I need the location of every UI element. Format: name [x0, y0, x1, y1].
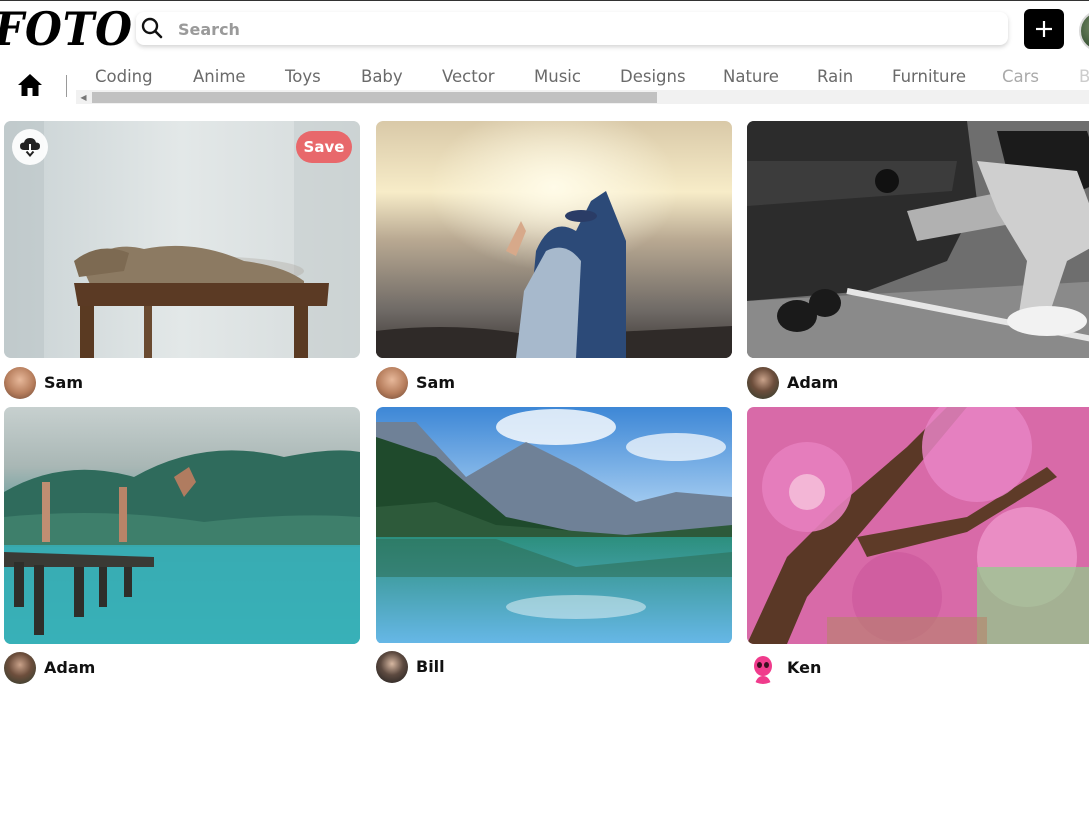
author-name[interactable]: Bill: [416, 657, 445, 676]
download-button[interactable]: [12, 129, 48, 165]
photo-graduation[interactable]: [376, 121, 732, 358]
author-name[interactable]: Ken: [787, 658, 821, 677]
alien-avatar-icon: [754, 656, 772, 684]
card-author[interactable]: Ken: [747, 652, 1089, 684]
author-name[interactable]: Adam: [787, 373, 838, 392]
header: FOTO: [0, 0, 1089, 58]
category-anime[interactable]: Anime: [193, 67, 246, 86]
photo-cherry-blossom[interactable]: [747, 407, 1089, 644]
category-baby[interactable]: Baby: [361, 67, 403, 86]
avatar[interactable]: [376, 367, 408, 399]
card-author[interactable]: Adam: [4, 652, 360, 684]
search-input[interactable]: [176, 12, 1000, 47]
search-bar[interactable]: [136, 12, 1008, 47]
save-button[interactable]: Save: [296, 131, 352, 163]
card-author[interactable]: Sam: [4, 367, 360, 399]
search-icon: [141, 17, 163, 39]
card-author[interactable]: Adam: [747, 367, 1089, 399]
avatar[interactable]: [376, 651, 408, 683]
category-vector[interactable]: Vector: [442, 67, 495, 86]
scrollbar-thumb[interactable]: [92, 92, 657, 103]
photo-car-hitch[interactable]: [747, 121, 1089, 358]
card-author[interactable]: Sam: [376, 367, 732, 399]
add-button[interactable]: [1024, 9, 1064, 49]
photo-cat[interactable]: Save: [4, 121, 360, 358]
category-bar: Coding Anime Toys Baby Vector Music Desi…: [0, 60, 1089, 110]
category-partial[interactable]: B: [1079, 67, 1089, 86]
category-music[interactable]: Music: [534, 67, 581, 86]
avatar[interactable]: [4, 367, 36, 399]
category-divider: [66, 75, 67, 97]
logo[interactable]: FOTO: [0, 2, 133, 56]
photo-pier-jump[interactable]: [4, 407, 360, 644]
home-icon[interactable]: [16, 71, 44, 99]
category-rain[interactable]: Rain: [817, 67, 853, 86]
profile-avatar[interactable]: [1079, 10, 1089, 52]
card-author[interactable]: Bill: [376, 651, 732, 683]
avatar[interactable]: [747, 367, 779, 399]
photo-mountain-lake[interactable]: [376, 407, 732, 644]
plus-icon: [1036, 21, 1052, 37]
category-cars[interactable]: Cars: [1002, 67, 1039, 86]
category-coding[interactable]: Coding: [95, 67, 153, 86]
avatar[interactable]: [4, 652, 36, 684]
avatar[interactable]: [747, 652, 779, 684]
author-name[interactable]: Adam: [44, 658, 95, 677]
author-name[interactable]: Sam: [416, 373, 455, 392]
cloud-download-icon: [20, 138, 40, 157]
category-scrollbar[interactable]: ◀: [76, 90, 1089, 104]
category-furniture[interactable]: Furniture: [892, 67, 966, 86]
author-name[interactable]: Sam: [44, 373, 83, 392]
scroll-left-arrow-icon[interactable]: ◀: [76, 90, 91, 104]
category-toys[interactable]: Toys: [285, 67, 321, 86]
category-nature[interactable]: Nature: [723, 67, 779, 86]
category-designs[interactable]: Designs: [620, 67, 686, 86]
